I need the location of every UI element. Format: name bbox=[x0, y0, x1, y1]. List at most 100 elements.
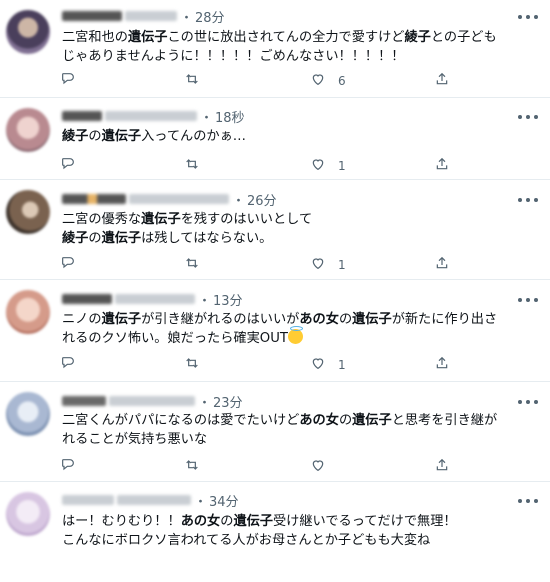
text-segment: との子ども bbox=[430, 30, 497, 45]
reply-button[interactable] bbox=[60, 458, 76, 476]
share-button[interactable] bbox=[434, 72, 450, 90]
tweet-time[interactable]: 23分 bbox=[213, 392, 243, 411]
share-button[interactable] bbox=[434, 356, 450, 374]
tweet-header: ・ 26分 bbox=[62, 190, 277, 209]
like-button[interactable]: 1 bbox=[310, 356, 346, 374]
text-segment: の bbox=[338, 413, 353, 428]
reply-icon bbox=[60, 255, 76, 275]
tweet-header: ・ 34分 bbox=[62, 491, 239, 510]
username[interactable] bbox=[62, 194, 126, 204]
more-options-icon[interactable] bbox=[518, 193, 538, 207]
highlight-keyword: あの女 bbox=[180, 514, 221, 529]
like-button[interactable]: 1 bbox=[310, 157, 346, 175]
tweet[interactable]: ・ 18秒 綾子の遺伝子入ってんのかぁ… 1 bbox=[0, 98, 550, 180]
highlight-keyword: あの女 bbox=[299, 312, 339, 327]
highlight-keyword: 遺伝子 bbox=[127, 30, 168, 45]
reply-button[interactable] bbox=[60, 256, 76, 274]
tweet-text-line: れることが気持ち悪いな bbox=[62, 430, 540, 449]
tweet[interactable]: ・ 13分 ニノの遺伝子が引き継がれるのはいいがあの女の遺伝子が新たに作り出され… bbox=[0, 280, 550, 382]
user-handle[interactable] bbox=[125, 11, 177, 21]
username[interactable] bbox=[62, 396, 106, 406]
reply-button[interactable] bbox=[60, 356, 76, 374]
tweet-header: ・ 28分 bbox=[62, 7, 225, 26]
share-icon bbox=[434, 457, 450, 477]
tweet-text-line: じゃありませんように！！！！！ごめんなさい！！！！！ bbox=[62, 47, 540, 66]
avatar[interactable] bbox=[6, 108, 50, 152]
avatar[interactable] bbox=[6, 10, 50, 54]
text-segment: じゃありませんように！！！！！ごめんなさい！！！！！ bbox=[62, 49, 405, 64]
more-options-icon[interactable] bbox=[518, 110, 538, 124]
tweet-time[interactable]: 34分 bbox=[209, 491, 239, 510]
tweet-time[interactable]: 18秒 bbox=[215, 107, 245, 126]
text-segment: れるのクソ怖い。娘だったら確実OUT bbox=[62, 331, 288, 346]
reply-button[interactable] bbox=[60, 72, 76, 90]
more-options-icon[interactable] bbox=[518, 293, 538, 307]
avatar[interactable] bbox=[6, 190, 50, 234]
text-segment: が引き継がれるのはいいが bbox=[141, 312, 300, 327]
user-handle[interactable] bbox=[105, 111, 197, 121]
more-options-icon[interactable] bbox=[518, 395, 538, 409]
like-count: 1 bbox=[338, 258, 346, 272]
more-options-icon[interactable] bbox=[518, 10, 538, 24]
like-button[interactable] bbox=[310, 458, 338, 476]
text-segment: 二宮和也の bbox=[62, 30, 128, 45]
tweet-header: ・ 13分 bbox=[62, 290, 243, 309]
tweet[interactable]: ・ 28分 二宮和也の遺伝子この世に放出されてんの全力で愛すけど綾子との子どもじ… bbox=[0, 0, 550, 98]
text-segment: こんなにボロクソ言われてる人がお母さんとか子どもも大変ね bbox=[62, 533, 431, 548]
avatar[interactable] bbox=[6, 392, 50, 436]
tweet-header: ・ 18秒 bbox=[62, 107, 245, 126]
like-icon bbox=[310, 457, 326, 477]
tweet-time[interactable]: 26分 bbox=[247, 190, 277, 209]
username[interactable] bbox=[62, 294, 112, 304]
highlight-keyword: 遺伝子 bbox=[352, 413, 392, 428]
username[interactable] bbox=[62, 111, 102, 121]
reply-icon bbox=[60, 457, 76, 477]
retweet-button[interactable] bbox=[184, 356, 200, 374]
share-button[interactable] bbox=[434, 458, 450, 476]
tweet-actions: 1 bbox=[60, 356, 480, 374]
user-handle[interactable] bbox=[109, 396, 195, 406]
retweet-button[interactable] bbox=[184, 157, 200, 175]
avatar[interactable] bbox=[6, 492, 50, 536]
retweet-button[interactable] bbox=[184, 458, 200, 476]
retweet-button[interactable] bbox=[184, 256, 200, 274]
tweet[interactable]: ・ 34分 はー！むりむり！！あの女の遺伝子受け継いでるってだけで無理！ こんなに… bbox=[0, 482, 550, 582]
like-icon bbox=[310, 355, 326, 375]
avatar[interactable] bbox=[6, 290, 50, 334]
tweet[interactable]: ・ 23分 二宮くんがパパになるのは愛でたいけどあの女の遺伝子と思考を引き継がれ… bbox=[0, 382, 550, 482]
username[interactable] bbox=[62, 495, 114, 505]
share-button[interactable] bbox=[434, 157, 450, 175]
user-handle[interactable] bbox=[115, 294, 195, 304]
retweet-icon bbox=[184, 255, 200, 275]
share-icon bbox=[434, 255, 450, 275]
like-button[interactable]: 6 bbox=[310, 72, 346, 90]
tweet[interactable]: ・ 26分 二宮の優秀な遺伝子を残すのはいいとして 綾子の遺伝子は残してはならない… bbox=[0, 180, 550, 280]
tweet-time[interactable]: 28分 bbox=[195, 7, 225, 26]
share-button[interactable] bbox=[434, 256, 450, 274]
text-segment: の bbox=[88, 231, 102, 246]
more-options-icon[interactable] bbox=[518, 494, 538, 508]
username[interactable] bbox=[62, 11, 122, 21]
highlight-keyword: あの女 bbox=[299, 413, 339, 428]
tweet-feed: ・ 28分 二宮和也の遺伝子この世に放出されてんの全力で愛すけど綾子との子どもじ… bbox=[0, 0, 550, 582]
tweet-text: 二宮の優秀な遺伝子を残すのはいいとして 綾子の遺伝子は残してはならない。 bbox=[62, 210, 540, 248]
user-handle[interactable] bbox=[117, 495, 191, 505]
retweet-icon bbox=[184, 457, 200, 477]
user-handle[interactable] bbox=[129, 194, 229, 204]
tweet-text: はー！むりむり！！あの女の遺伝子受け継いでるってだけで無理！ こんなにボロクソ言わ… bbox=[62, 512, 540, 550]
text-segment: れることが気持ち悪いな bbox=[62, 432, 208, 447]
text-segment: は残してはならない。 bbox=[141, 231, 273, 246]
text-segment: と思考を引き継が bbox=[391, 413, 498, 428]
share-icon bbox=[434, 156, 450, 176]
retweet-button[interactable] bbox=[184, 72, 200, 90]
tweet-text: 二宮和也の遺伝子この世に放出されてんの全力で愛すけど綾子との子ども じゃありません… bbox=[62, 28, 540, 66]
tweet-text-line: 二宮くんがパパになるのは愛でたいけどあの女の遺伝子と思考を引き継が bbox=[62, 411, 540, 430]
tweet-time[interactable]: 13分 bbox=[213, 290, 243, 309]
like-icon bbox=[310, 255, 326, 275]
text-segment: を残すのはいいとして bbox=[180, 212, 313, 227]
share-icon bbox=[434, 355, 450, 375]
like-button[interactable]: 1 bbox=[310, 256, 346, 274]
reply-icon bbox=[60, 71, 76, 91]
reply-button[interactable] bbox=[60, 157, 76, 175]
highlight-keyword: 綾子 bbox=[62, 231, 89, 246]
